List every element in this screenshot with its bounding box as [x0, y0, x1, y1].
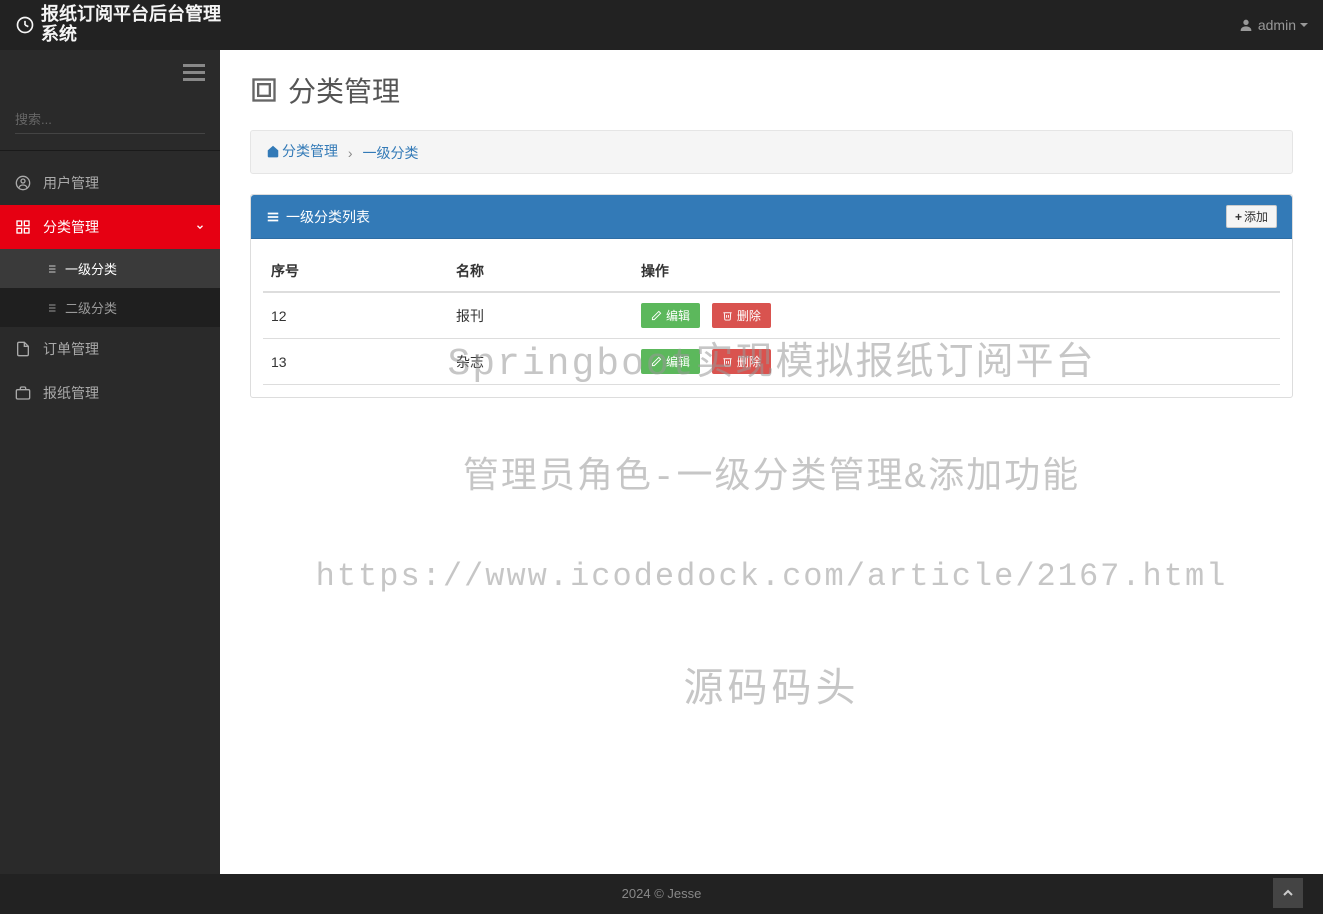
app-brand: 报纸订阅平台后台管理系统: [15, 5, 225, 45]
pencil-icon: [651, 356, 662, 367]
trash-icon: [722, 310, 733, 321]
breadcrumb: 分类管理 › 一级分类: [250, 130, 1293, 174]
category-table: 序号 名称 操作 12 报刊 编辑: [263, 251, 1280, 385]
category-large-icon: [250, 76, 278, 104]
list-icon: [45, 302, 57, 314]
app-title: 报纸订阅平台后台管理系统: [41, 5, 225, 45]
home-icon: [266, 144, 280, 158]
sidebar-toggle[interactable]: [183, 60, 205, 85]
delete-button[interactable]: 删除: [712, 349, 771, 374]
divider: [0, 150, 220, 151]
caret-down-icon: [1300, 23, 1308, 27]
cell-actions: 编辑 删除: [633, 292, 1280, 339]
plus-icon: +: [1235, 210, 1242, 224]
cell-name: 报刊: [448, 292, 633, 339]
panel-heading: 一级分类列表 + 添加: [251, 195, 1292, 239]
menu-icon: [266, 210, 280, 224]
user-icon: [1238, 17, 1254, 33]
submenu-level1: 一级分类: [0, 249, 220, 288]
list-panel: 一级分类列表 + 添加 序号 名称 操作: [250, 194, 1293, 398]
watermark-line2: 管理员角色-一级分类管理&添加功能: [463, 446, 1080, 498]
pencil-icon: [651, 310, 662, 321]
dashboard-icon: [15, 15, 35, 35]
chevron-up-icon: [1280, 885, 1296, 901]
main-content: 分类管理 分类管理 › 一级分类 一级分类列表 + 添加: [220, 50, 1323, 874]
trash-icon: [722, 356, 733, 367]
breadcrumb-root[interactable]: 分类管理: [266, 141, 338, 161]
col-name: 名称: [448, 251, 633, 292]
document-icon: [15, 341, 33, 357]
breadcrumb-separator: ›: [348, 145, 353, 161]
edit-button[interactable]: 编辑: [641, 349, 700, 374]
sidebar-item-users: 用户管理: [0, 161, 220, 205]
scroll-top-button[interactable]: [1273, 878, 1303, 908]
col-action: 操作: [633, 251, 1280, 292]
sidebar-item-label: 报纸管理: [43, 383, 99, 403]
watermark-line3: https://www.icodedock.com/article/2167.h…: [316, 558, 1228, 595]
user-menu[interactable]: admin: [1238, 17, 1308, 33]
delete-button[interactable]: 删除: [712, 303, 771, 328]
top-navbar: 报纸订阅平台后台管理系统 admin: [0, 0, 1323, 50]
user-circle-icon: [15, 175, 33, 191]
submenu-label: 一级分类: [65, 259, 117, 278]
search-input[interactable]: [15, 106, 205, 134]
cell-id: 13: [263, 339, 448, 385]
submenu-level2: 二级分类: [0, 288, 220, 327]
page-title: 分类管理: [250, 70, 1293, 110]
watermark-line4: 源码码头: [684, 655, 860, 714]
edit-button[interactable]: 编辑: [641, 303, 700, 328]
sidebar-item-label: 用户管理: [43, 173, 99, 193]
submenu-label: 二级分类: [65, 298, 117, 317]
user-name: admin: [1258, 17, 1296, 33]
footer: 2024 © Jesse: [0, 874, 1323, 914]
sidebar-item-category: 分类管理 一级分类: [0, 205, 220, 327]
panel-title: 一级分类列表: [286, 207, 1226, 227]
cell-name: 杂志: [448, 339, 633, 385]
sidebar-item-label: 分类管理: [43, 217, 99, 237]
cell-id: 12: [263, 292, 448, 339]
list-icon: [45, 263, 57, 275]
table-row: 12 报刊 编辑 删除: [263, 292, 1280, 339]
sidebar: 用户管理 分类管理: [0, 50, 220, 874]
sidebar-item-orders: 订单管理: [0, 327, 220, 371]
briefcase-icon: [15, 385, 33, 401]
footer-text: 2024 © Jesse: [622, 886, 702, 901]
add-button[interactable]: + 添加: [1226, 205, 1277, 228]
col-serial: 序号: [263, 251, 448, 292]
sidebar-item-newspaper: 报纸管理: [0, 371, 220, 415]
category-icon: [15, 219, 33, 235]
breadcrumb-current: 一级分类: [362, 145, 418, 161]
chevron-down-icon: [195, 219, 205, 235]
cell-actions: 编辑 删除: [633, 339, 1280, 385]
table-row: 13 杂志 编辑 删除: [263, 339, 1280, 385]
sidebar-item-label: 订单管理: [43, 339, 99, 359]
